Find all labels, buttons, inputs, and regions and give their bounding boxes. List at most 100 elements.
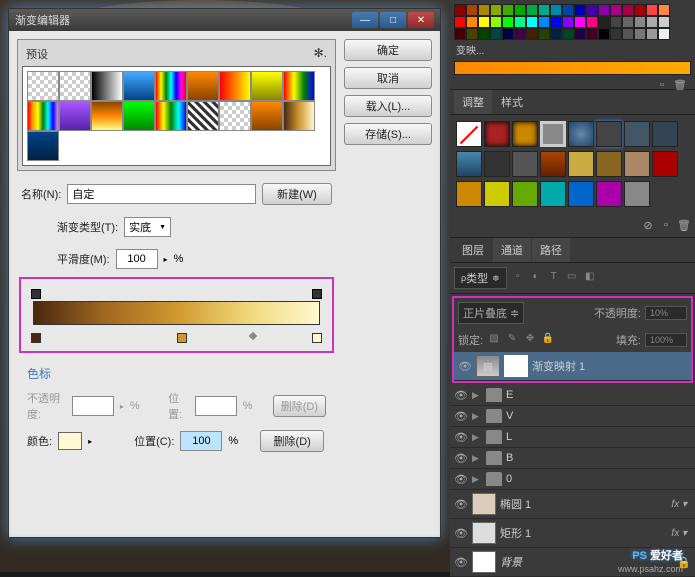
gradient-editor-highlight bbox=[19, 277, 334, 353]
save-button[interactable]: 存储(S)... bbox=[344, 123, 432, 145]
load-button[interactable]: 载入(L)... bbox=[344, 95, 432, 117]
folder-icon bbox=[486, 388, 502, 402]
smoothness-unit: % bbox=[174, 253, 184, 265]
fill-label: 填充: bbox=[616, 332, 641, 348]
expand-icon[interactable]: ▶ bbox=[472, 453, 482, 464]
mask-thumb[interactable] bbox=[504, 355, 528, 377]
opacity-input[interactable]: 10% bbox=[645, 306, 687, 320]
blend-mode-select[interactable]: 正片叠底 ≑ bbox=[458, 302, 524, 324]
channels-tab[interactable]: 通道 bbox=[493, 238, 531, 262]
color-stop-2[interactable] bbox=[177, 333, 187, 343]
layer-group-0[interactable]: 👁 ▶ 0 bbox=[450, 469, 695, 490]
stop-opacity-input bbox=[72, 396, 114, 416]
delete-opacity-stop-button: 删除(D) bbox=[273, 395, 326, 417]
maximize-button[interactable]: □ bbox=[380, 12, 406, 28]
lock-all-icon[interactable]: 🔒 bbox=[541, 333, 555, 347]
expand-icon[interactable]: ▶ bbox=[472, 411, 482, 422]
gradient-bar[interactable] bbox=[33, 301, 320, 325]
cancel-button[interactable]: 取消 bbox=[344, 67, 432, 89]
delete-color-stop-button[interactable]: 删除(D) bbox=[260, 430, 324, 452]
color-position-unit: % bbox=[228, 435, 238, 447]
adjustments-tab[interactable]: 调整 bbox=[454, 90, 492, 114]
color-stop-3[interactable] bbox=[312, 333, 322, 343]
expand-icon[interactable]: ▶ bbox=[472, 432, 482, 443]
color-position-input[interactable] bbox=[180, 431, 222, 451]
opacity-stop-left[interactable] bbox=[31, 289, 41, 299]
styles-panel-tabs: 调整 样式 bbox=[450, 90, 695, 115]
gradient-type-select[interactable]: 实底 bbox=[124, 217, 171, 237]
presets-menu-icon[interactable]: ✻. bbox=[314, 46, 327, 62]
dialog-title: 渐变编辑器 bbox=[15, 12, 350, 28]
color-well[interactable] bbox=[58, 432, 82, 450]
paths-tab[interactable]: 路径 bbox=[532, 238, 570, 262]
visibility-icon[interactable]: 👁 bbox=[454, 556, 468, 569]
layers-panel: ρ 类型 ▫ ◐ T ▭ ◧ 正片叠底 ≑ 不透明度: 10% 锁定: ▨ ✎ … bbox=[450, 263, 695, 577]
folder-icon bbox=[486, 430, 502, 444]
stop-opacity-label: 不透明度: bbox=[27, 390, 66, 422]
layer-group-l[interactable]: 👁 ▶ L bbox=[450, 427, 695, 448]
smoothness-label: 平滑度(M): bbox=[57, 251, 110, 267]
visibility-icon[interactable]: 👁 bbox=[454, 527, 468, 540]
name-label: 名称(N): bbox=[21, 186, 61, 202]
layer-ellipse[interactable]: 👁 椭圆 1 fx ▾ bbox=[450, 490, 695, 519]
lock-label: 锁定: bbox=[458, 332, 483, 348]
smoothness-input[interactable] bbox=[116, 249, 158, 269]
opacity-stop-right[interactable] bbox=[312, 289, 322, 299]
layer-filter-select[interactable]: ρ 类型 bbox=[454, 267, 507, 289]
visibility-icon[interactable]: 👁 bbox=[454, 431, 468, 444]
minimize-button[interactable]: — bbox=[352, 12, 378, 28]
stop-position-input bbox=[195, 396, 237, 416]
ok-button[interactable]: 确定 bbox=[344, 39, 432, 61]
close-button[interactable]: ✕ bbox=[408, 12, 434, 28]
visibility-icon[interactable]: 👁 bbox=[454, 498, 468, 511]
visibility-icon[interactable]: 👁 bbox=[458, 360, 472, 373]
filter-smart-icon[interactable]: ◧ bbox=[583, 271, 597, 285]
layer-gradient-map[interactable]: 👁 ▦ 渐变映射 1 bbox=[454, 352, 691, 381]
lock-transparency-icon[interactable]: ▨ bbox=[487, 333, 501, 347]
preset-grid[interactable] bbox=[22, 66, 331, 166]
filter-shape-icon[interactable]: ▭ bbox=[565, 271, 579, 285]
color-stop-1[interactable] bbox=[31, 333, 41, 343]
layer-group-e[interactable]: 👁 ▶ E bbox=[450, 385, 695, 406]
filter-image-icon[interactable]: ▫ bbox=[511, 271, 525, 285]
color-position-label: 位置(C): bbox=[134, 433, 174, 449]
new-style-icon[interactable]: ▫ bbox=[659, 219, 673, 233]
expand-icon[interactable]: ▶ bbox=[472, 474, 482, 485]
layer-group-b[interactable]: 👁 ▶ B bbox=[450, 448, 695, 469]
lock-pixels-icon[interactable]: ✎ bbox=[505, 333, 519, 347]
delete-style-icon[interactable]: 🗑 bbox=[677, 219, 691, 233]
gradient-preview[interactable] bbox=[29, 287, 324, 343]
current-gradient-swatch[interactable] bbox=[454, 61, 691, 75]
visibility-icon[interactable]: 👁 bbox=[454, 389, 468, 402]
fx-badge[interactable]: fx ▾ bbox=[671, 528, 687, 539]
visibility-icon[interactable]: 👁 bbox=[454, 452, 468, 465]
clear-style-icon[interactable]: ⊘ bbox=[641, 219, 655, 233]
styles-grid[interactable] bbox=[450, 115, 695, 215]
expand-icon[interactable]: ▶ bbox=[472, 390, 482, 401]
new-button[interactable]: 新建(W) bbox=[262, 183, 332, 205]
layer-thumb bbox=[472, 551, 496, 573]
midpoint-diamond[interactable] bbox=[249, 332, 257, 340]
layers-panel-tabs: 图层 通道 路径 bbox=[450, 238, 695, 263]
filter-type-icon[interactable]: T bbox=[547, 271, 561, 285]
stop-position-label: 位置: bbox=[168, 390, 189, 422]
styles-tab[interactable]: 样式 bbox=[493, 90, 531, 114]
fx-badge[interactable]: fx ▾ bbox=[671, 499, 687, 510]
stop-opacity-unit: % bbox=[130, 400, 140, 412]
folder-icon bbox=[486, 451, 502, 465]
fill-input[interactable]: 100% bbox=[645, 333, 687, 347]
layers-highlight: 正片叠底 ≑ 不透明度: 10% 锁定: ▨ ✎ ✥ 🔒 填充: 100% 👁 … bbox=[452, 296, 693, 383]
folder-icon bbox=[486, 472, 502, 486]
dialog-titlebar[interactable]: 渐变编辑器 — □ ✕ bbox=[9, 9, 440, 31]
visibility-icon[interactable]: 👁 bbox=[454, 473, 468, 486]
gradient-type-label: 渐变类型(T): bbox=[57, 219, 118, 235]
stop-position-unit: % bbox=[243, 400, 253, 412]
layers-tab[interactable]: 图层 bbox=[454, 238, 492, 262]
visibility-icon[interactable]: 👁 bbox=[454, 410, 468, 423]
lock-position-icon[interactable]: ✥ bbox=[523, 333, 537, 347]
stops-section-label: 色标 bbox=[17, 361, 336, 386]
presets-section: 预设 ✻. bbox=[17, 39, 336, 171]
filter-adjust-icon[interactable]: ◐ bbox=[529, 271, 543, 285]
name-input[interactable] bbox=[67, 184, 256, 204]
layer-group-v[interactable]: 👁 ▶ V bbox=[450, 406, 695, 427]
